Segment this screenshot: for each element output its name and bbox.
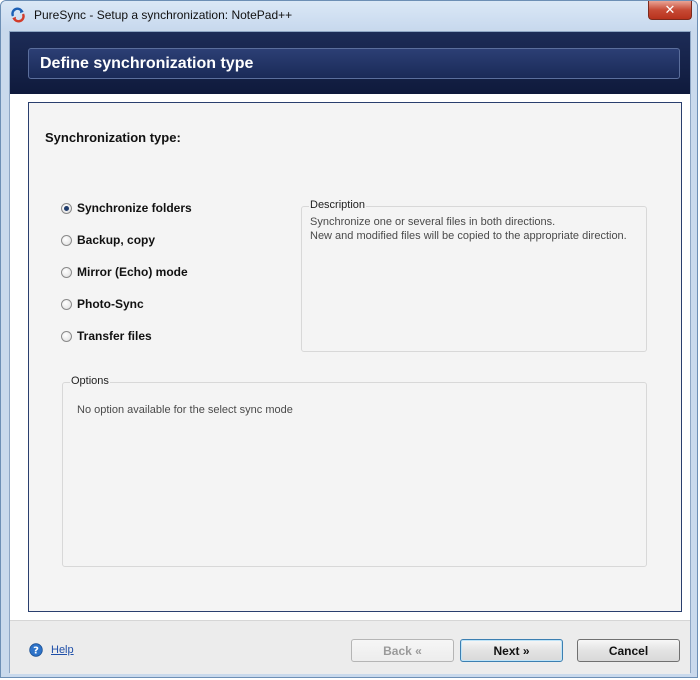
wizard-footer: ? Help Back « Next » Cancel	[10, 620, 690, 674]
sync-type-heading: Synchronization type:	[45, 130, 181, 145]
back-button[interactable]: Back «	[351, 639, 454, 662]
description-line-2: New and modified files will be copied to…	[310, 230, 627, 242]
radio-label: Backup, copy	[77, 233, 156, 247]
options-groupbox: Options No option available for the sele…	[62, 375, 647, 567]
description-groupbox: Description Synchronize one or several f…	[301, 199, 647, 352]
radio-button-checked[interactable]	[61, 202, 72, 214]
description-line-1: Synchronize one or several files in both…	[310, 216, 556, 228]
radio-button[interactable]	[61, 234, 72, 246]
radio-transfer-files[interactable]: Transfer files	[61, 328, 152, 344]
radio-label: Transfer files	[77, 329, 152, 343]
title-bar[interactable]: PureSync - Setup a synchronization: Note…	[1, 1, 697, 29]
wizard-header: Define synchronization type	[10, 32, 690, 94]
radio-label: Synchronize folders	[77, 201, 192, 215]
options-text: No option available for the select sync …	[77, 404, 293, 416]
puresync-app-icon	[10, 7, 26, 23]
radio-backup-copy[interactable]: Backup, copy	[61, 232, 155, 248]
radio-button[interactable]	[61, 330, 72, 342]
wizard-content-panel: Synchronization type: Synchronize folder…	[28, 102, 682, 612]
radio-label: Mirror (Echo) mode	[77, 265, 188, 279]
page-title: Define synchronization type	[40, 55, 254, 72]
radio-button[interactable]	[61, 298, 72, 310]
radio-label: Photo-Sync	[77, 297, 144, 311]
options-legend: Options	[70, 375, 110, 387]
radio-photo-sync[interactable]: Photo-Sync	[61, 296, 144, 312]
radio-mirror-echo-mode[interactable]: Mirror (Echo) mode	[61, 264, 188, 280]
window-title: PureSync - Setup a synchronization: Note…	[34, 8, 293, 22]
wizard-header-panel: Define synchronization type	[28, 48, 680, 79]
close-icon: ✕	[664, 2, 676, 18]
wizard-client-area: Define synchronization type Synchronizat…	[9, 31, 691, 674]
next-button[interactable]: Next »	[460, 639, 563, 662]
close-button[interactable]: ✕	[648, 1, 692, 20]
radio-button[interactable]	[61, 266, 72, 278]
cancel-button[interactable]: Cancel	[577, 639, 680, 662]
svg-text:?: ?	[33, 646, 39, 657]
help-link[interactable]: Help	[51, 644, 74, 656]
description-legend: Description	[309, 199, 367, 211]
help-question-icon[interactable]: ?	[29, 643, 43, 657]
radio-synchronize-folders[interactable]: Synchronize folders	[61, 200, 192, 216]
app-window: PureSync - Setup a synchronization: Note…	[0, 0, 698, 678]
